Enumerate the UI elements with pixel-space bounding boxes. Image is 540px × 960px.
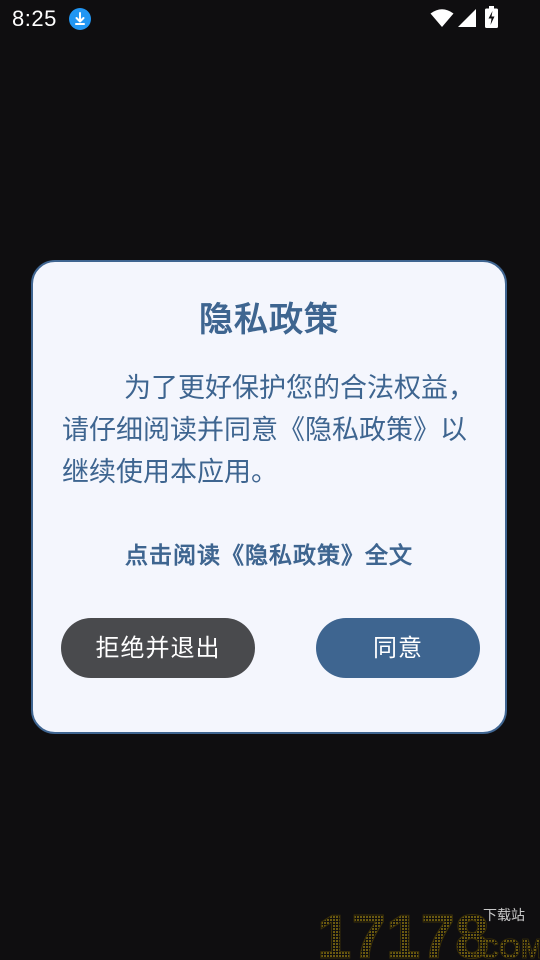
site-watermark: 17178 .COM 下载站: [317, 903, 540, 960]
dialog-title: 隐私政策: [199, 300, 339, 340]
refuse-and-exit-button[interactable]: 拒绝并退出: [61, 618, 255, 678]
watermark-suffix: .COM: [471, 933, 540, 960]
dialog-body-text: 为了更好保护您的合法权益，请仔细阅读并同意《隐私政策》以继续使用本应用。: [62, 373, 475, 488]
status-bar: 8:25: [0, 0, 540, 38]
privacy-dialog: 隐私政策 为了更好保护您的合法权益，请仔细阅读并同意《隐私政策》以继续使用本应用…: [31, 260, 507, 734]
agree-button[interactable]: 同意: [316, 618, 480, 678]
watermark-number: 17178: [317, 903, 489, 960]
battery-charging-icon: [485, 6, 498, 28]
signal-icon: [458, 9, 476, 27]
screen: 8:25 隐私政策 为了更好保护您的合法权益，请仔细阅读并同意《隐私政策》以继续…: [0, 0, 540, 960]
watermark-tag: 下载站: [483, 908, 525, 924]
status-time: 8:25: [12, 6, 57, 31]
wifi-icon: [430, 9, 454, 27]
download-icon: [69, 8, 91, 30]
privacy-policy-link[interactable]: 点击阅读《隐私政策》全文: [33, 536, 505, 570]
